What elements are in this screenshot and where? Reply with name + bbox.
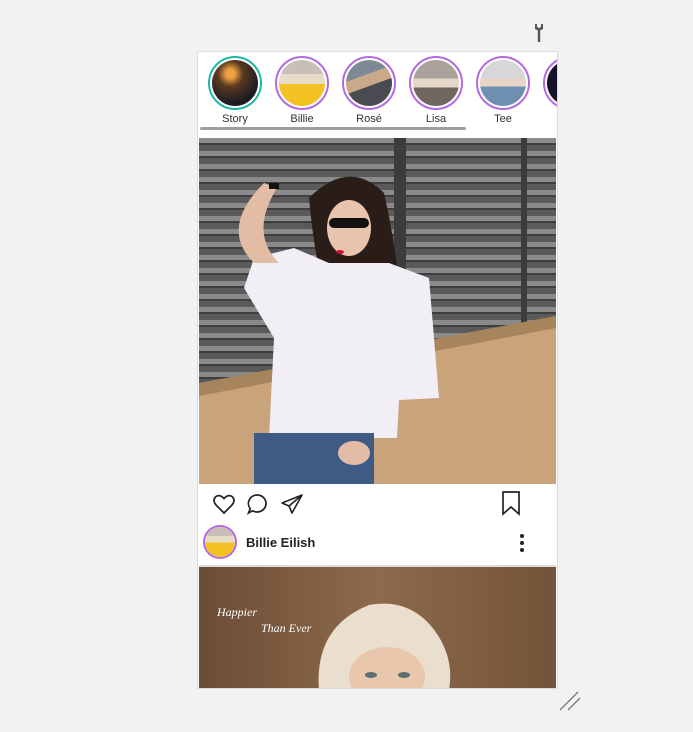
story-avatar (346, 60, 392, 106)
story-label: Rosé (356, 113, 382, 125)
app-window: Story Billie Rosé Lisa Tee Billie Eilish… (197, 51, 558, 689)
wrench-icon[interactable] (531, 23, 547, 43)
story-avatar (212, 60, 258, 106)
post-photo (199, 567, 556, 688)
heart-icon[interactable] (212, 492, 236, 516)
more-vertical-icon[interactable] (514, 530, 530, 556)
send-icon[interactable] (280, 492, 304, 516)
avatar[interactable] (203, 525, 237, 559)
story-item-tee[interactable]: Tee (472, 56, 534, 125)
story-item-billie[interactable]: Billie (271, 56, 333, 125)
stories-scrollbar[interactable] (200, 127, 466, 130)
bookmark-icon[interactable] (500, 490, 522, 516)
comment-icon[interactable] (246, 492, 270, 516)
post-image[interactable]: Happier Than Ever (199, 565, 556, 688)
author-name[interactable]: Billie Eilish (246, 535, 315, 550)
post-caption-line2: Than Ever (261, 621, 312, 635)
post-author-row: Billie Eilish (198, 522, 557, 564)
story-item-own[interactable]: Story (204, 56, 266, 125)
post-caption-line1: Happier (217, 605, 257, 619)
stories-bar[interactable]: Story Billie Rosé Lisa Tee (198, 52, 557, 138)
post-actions-bar (198, 484, 557, 522)
story-item-partial[interactable] (539, 56, 557, 110)
story-avatar (279, 60, 325, 106)
resize-handle-icon[interactable] (557, 688, 583, 714)
post-photo (199, 138, 556, 484)
post-image[interactable] (199, 138, 556, 484)
story-avatar (547, 60, 557, 106)
story-label: Lisa (425, 113, 447, 125)
story-avatar (413, 60, 459, 106)
story-item-rose[interactable]: Rosé (338, 56, 400, 125)
story-item-lisa[interactable]: Lisa (405, 56, 467, 125)
story-avatar (480, 60, 526, 106)
story-label: Tee (494, 113, 512, 125)
story-label: Story (222, 113, 248, 125)
story-label: Billie (290, 113, 314, 125)
